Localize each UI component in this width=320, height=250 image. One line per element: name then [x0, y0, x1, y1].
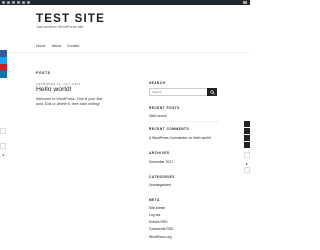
- right-share-toggle[interactable]: [244, 121, 250, 127]
- meta-link-wordpress-org[interactable]: WordPress.org: [149, 235, 172, 239]
- pinterest-share-button[interactable]: [0, 64, 7, 76]
- site-menu-icon[interactable]: [7, 1, 10, 4]
- wordpress-logo-icon[interactable]: [2, 1, 5, 4]
- right-share-item[interactable]: [244, 135, 250, 141]
- user-account-icon[interactable]: [243, 1, 247, 4]
- nav-item-about[interactable]: About: [52, 44, 61, 48]
- archives-title: ARCHIVES: [149, 151, 170, 155]
- right-arrow-icon[interactable]: [244, 152, 250, 165]
- site-title[interactable]: TEST SITE: [36, 13, 105, 25]
- admin-bar: [0, 0, 250, 5]
- archive-link[interactable]: December 2017: [149, 160, 173, 164]
- twitter-share-button[interactable]: [0, 57, 7, 68]
- main-navigation: Home About Contact: [36, 44, 79, 48]
- left-arrow-icon[interactable]: [0, 143, 6, 156]
- recent-comments-title: RECENT COMMENTS: [149, 127, 190, 131]
- post-title[interactable]: Hello world!: [36, 86, 72, 93]
- search-button[interactable]: [207, 88, 217, 96]
- right-share-item[interactable]: [244, 142, 250, 148]
- meta-link-comments-rss[interactable]: Comments RSS: [149, 227, 173, 231]
- recent-posts-title: RECENT POSTS: [149, 106, 180, 110]
- edit-icon[interactable]: [27, 1, 30, 4]
- nav-item-contact[interactable]: Contact: [67, 44, 79, 48]
- comments-icon[interactable]: [17, 1, 20, 4]
- widget-divider: [149, 121, 219, 122]
- posts-heading: POSTS: [36, 71, 51, 75]
- right-panel-toggle[interactable]: [244, 167, 250, 173]
- meta-link-site-admin[interactable]: Site Admin: [149, 206, 165, 210]
- search-icon: [209, 89, 215, 95]
- email-icon: [1, 79, 6, 83]
- right-share-item[interactable]: [244, 128, 250, 134]
- navigation-divider: [0, 52, 250, 53]
- categories-title: CATEGORIES: [149, 175, 175, 179]
- email-share-button[interactable]: [0, 71, 7, 83]
- facebook-share-button[interactable]: [0, 50, 7, 62]
- recent-post-link[interactable]: Hello world!: [149, 114, 167, 118]
- customize-icon[interactable]: [12, 1, 15, 4]
- post-body: Welcome to WordPress. This is your first…: [36, 97, 103, 107]
- meta-link-entries-rss[interactable]: Entries RSS: [149, 220, 167, 224]
- recent-comment-link[interactable]: A WordPress Commenter on Hello world!: [149, 136, 211, 140]
- meta-link-log-out[interactable]: Log out: [149, 213, 160, 217]
- new-content-icon[interactable]: [22, 1, 25, 4]
- category-link[interactable]: Uncategorized: [149, 183, 171, 187]
- nav-item-home[interactable]: Home: [36, 44, 46, 48]
- left-panel-toggle[interactable]: [0, 128, 6, 134]
- search-widget-title: SEARCH: [149, 81, 166, 85]
- site-description: Just another WordPress site: [36, 25, 84, 29]
- meta-title: META: [149, 198, 160, 202]
